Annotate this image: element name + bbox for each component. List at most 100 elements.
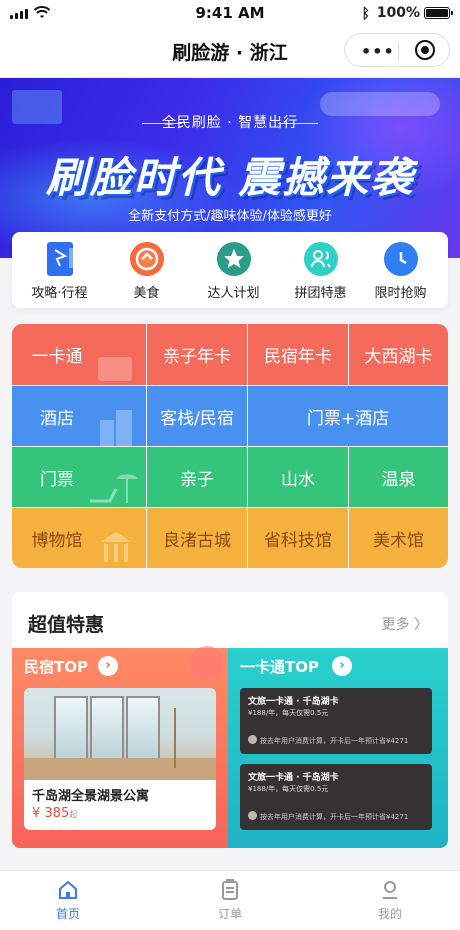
deals-section: 超值特惠 更多 〉 民宿TOP › 千岛湖全景湖景公寓 ¥ 385起 一卡通TO… — [12, 592, 448, 848]
banner-subline: 全新支付方式/趣味体验/体验感更好 — [128, 209, 332, 224]
category-cell[interactable]: 门票+酒店 — [248, 386, 448, 446]
profile-icon — [379, 879, 401, 901]
tab-profile[interactable]: 我的 — [350, 879, 430, 922]
category-label: 良渚古城 — [163, 530, 231, 551]
card-note: 按去年用户消费计算，开卡后一年预计省¥4271 — [260, 737, 409, 745]
category-label: 博物馆 — [31, 530, 83, 551]
battery-icon — [424, 7, 453, 19]
tab-label: 首页 — [55, 907, 80, 921]
homestay-image — [24, 688, 216, 780]
group-icon — [303, 242, 338, 276]
user-icon — [248, 735, 257, 744]
home-icon — [57, 879, 79, 901]
tab-label: 我的 — [377, 907, 402, 921]
quick-item-guide[interactable]: 攻略·行程 — [16, 242, 103, 301]
homestay-card[interactable]: 千岛湖全景湖景公寓 ¥ 385起 — [24, 688, 216, 830]
homestay-top-panel[interactable]: 民宿TOP › 千岛湖全景湖景公寓 ¥ 385起 — [12, 646, 228, 848]
nav-bar: 刷脸游 · 浙江 ••• — [0, 26, 460, 78]
category-cell[interactable]: 山水 — [248, 447, 348, 507]
quick-item-label: 拼团特惠 — [294, 286, 347, 301]
battery-percent: 100% — [376, 5, 420, 21]
category-cell[interactable]: 温泉 — [349, 447, 448, 507]
category-label: 民宿年卡 — [264, 347, 332, 367]
category-label: 门票 — [40, 469, 74, 490]
price-unit: 起 — [69, 810, 78, 819]
card-note: 按去年用户消费计算，开卡后一年预计省¥4271 — [260, 813, 409, 821]
card-desc: ¥188/年，每天仅需0.5元 — [248, 709, 329, 717]
price-value: ¥ 385 — [32, 806, 70, 821]
window-decoration — [90, 696, 124, 762]
quick-item-expert-plan[interactable]: 达人计划 — [190, 242, 277, 301]
card-name: 文旅一卡通 · 千岛湖卡 — [248, 697, 339, 707]
category-label: 酒店 — [40, 408, 74, 429]
quick-item-group-deal[interactable]: 拼团特惠 — [277, 242, 364, 301]
more-menu-button[interactable]: ••• — [361, 42, 395, 61]
category-cell[interactable]: 大西湖卡 — [349, 324, 448, 385]
hero-banner[interactable]: 全民刷脸 · 智慧出行 刷脸时代 震撼来袭 全新支付方式/趣味体验/体验感更好 — [0, 78, 460, 258]
card-offer[interactable]: 文旅一卡通 · 千岛湖卡 ¥188/年，每天仅需0.5元 按去年用户消费计算，开… — [240, 764, 432, 830]
food-icon — [129, 242, 164, 276]
category-label: 亲子 — [180, 469, 214, 490]
category-cell[interactable]: 亲子年卡 — [147, 324, 247, 385]
category-label: 门票+酒店 — [306, 408, 390, 429]
category-label: 客栈/民宿 — [160, 408, 234, 429]
more-link[interactable]: 更多 〉 — [382, 614, 428, 634]
category-cell[interactable]: 亲子 — [147, 447, 247, 507]
star-badge-icon — [216, 242, 251, 276]
category-cell[interactable]: 酒店 — [12, 386, 146, 446]
bookmark-icon — [46, 242, 73, 276]
category-label: 省科技馆 — [264, 530, 332, 551]
banner-headline: 刷脸时代 震撼来袭 — [45, 153, 415, 202]
card-name: 文旅一卡通 · 千岛湖卡 — [248, 773, 339, 783]
quick-item-label: 限时抢购 — [374, 286, 427, 301]
category-cell[interactable]: 博物馆 — [12, 508, 146, 568]
lamp-decoration — [174, 708, 200, 768]
homestay-price: ¥ 385起 — [32, 806, 77, 821]
stopwatch-icon — [383, 242, 418, 276]
quick-item-flash-sale[interactable]: 限时抢购 — [357, 242, 444, 301]
arrow-right-icon[interactable]: › — [332, 656, 352, 676]
card-offer[interactable]: 文旅一卡通 · 千岛湖卡 ¥188/年，每天仅需0.5元 按去年用户消费计算，开… — [240, 688, 432, 754]
quick-item-food[interactable]: 美食 — [103, 242, 190, 301]
category-label: 温泉 — [381, 469, 416, 490]
quick-item-label: 攻略·行程 — [31, 286, 88, 301]
homestay-name: 千岛湖全景湖景公寓 — [32, 789, 150, 804]
beach-chair-icon — [90, 474, 138, 503]
mini-program-capsule: ••• — [344, 33, 450, 67]
category-label: 亲子年卡 — [163, 347, 231, 367]
section-title: 超值特惠 — [28, 614, 105, 636]
panel-title: 一卡通TOP — [240, 658, 319, 676]
category-cell[interactable]: 省科技馆 — [248, 508, 348, 568]
category-cell[interactable]: 美术馆 — [349, 508, 448, 568]
panel-title: 民宿TOP — [24, 658, 88, 676]
category-cell[interactable]: 良渚古城 — [147, 508, 247, 568]
status-bar: 9:41 AM ᛒ 100% — [0, 0, 460, 26]
building-icon — [100, 410, 132, 446]
window-decoration — [54, 696, 88, 762]
category-cell[interactable]: 民宿年卡 — [248, 324, 348, 385]
tab-label: 订单 — [217, 907, 242, 921]
tab-bar: 首页 订单 我的 — [0, 870, 460, 930]
category-label: 山水 — [281, 469, 315, 490]
quick-menu: 攻略·行程 美食 达人计划 拼团特惠 限时抢购 — [12, 232, 448, 308]
order-icon — [219, 879, 241, 901]
category-cell[interactable]: 门票 — [12, 447, 146, 507]
tab-orders[interactable]: 订单 — [190, 879, 270, 922]
card-desc: ¥188/年，每天仅需0.5元 — [248, 785, 329, 793]
arrow-right-icon[interactable]: › — [98, 656, 118, 676]
card-icon — [98, 357, 132, 381]
tab-home[interactable]: 首页 — [28, 879, 108, 922]
user-icon — [248, 811, 257, 820]
close-target-icon[interactable] — [415, 40, 435, 60]
banner-tagline: 全民刷脸 · 智慧出行 — [161, 115, 299, 131]
card-top-panel[interactable]: 一卡通TOP › 文旅一卡通 · 千岛湖卡 ¥188/年，每天仅需0.5元 按去… — [228, 648, 448, 848]
museum-icon — [100, 532, 132, 562]
capsule-divider — [398, 42, 399, 60]
category-cell[interactable]: 一卡通 — [12, 324, 146, 385]
quick-item-label: 美食 — [133, 286, 160, 301]
quick-item-label: 达人计划 — [207, 286, 260, 301]
panel-decoration — [190, 646, 224, 680]
category-cell[interactable]: 客栈/民宿 — [147, 386, 247, 446]
window-decoration — [126, 696, 160, 762]
category-label: 一卡通 — [31, 347, 83, 367]
